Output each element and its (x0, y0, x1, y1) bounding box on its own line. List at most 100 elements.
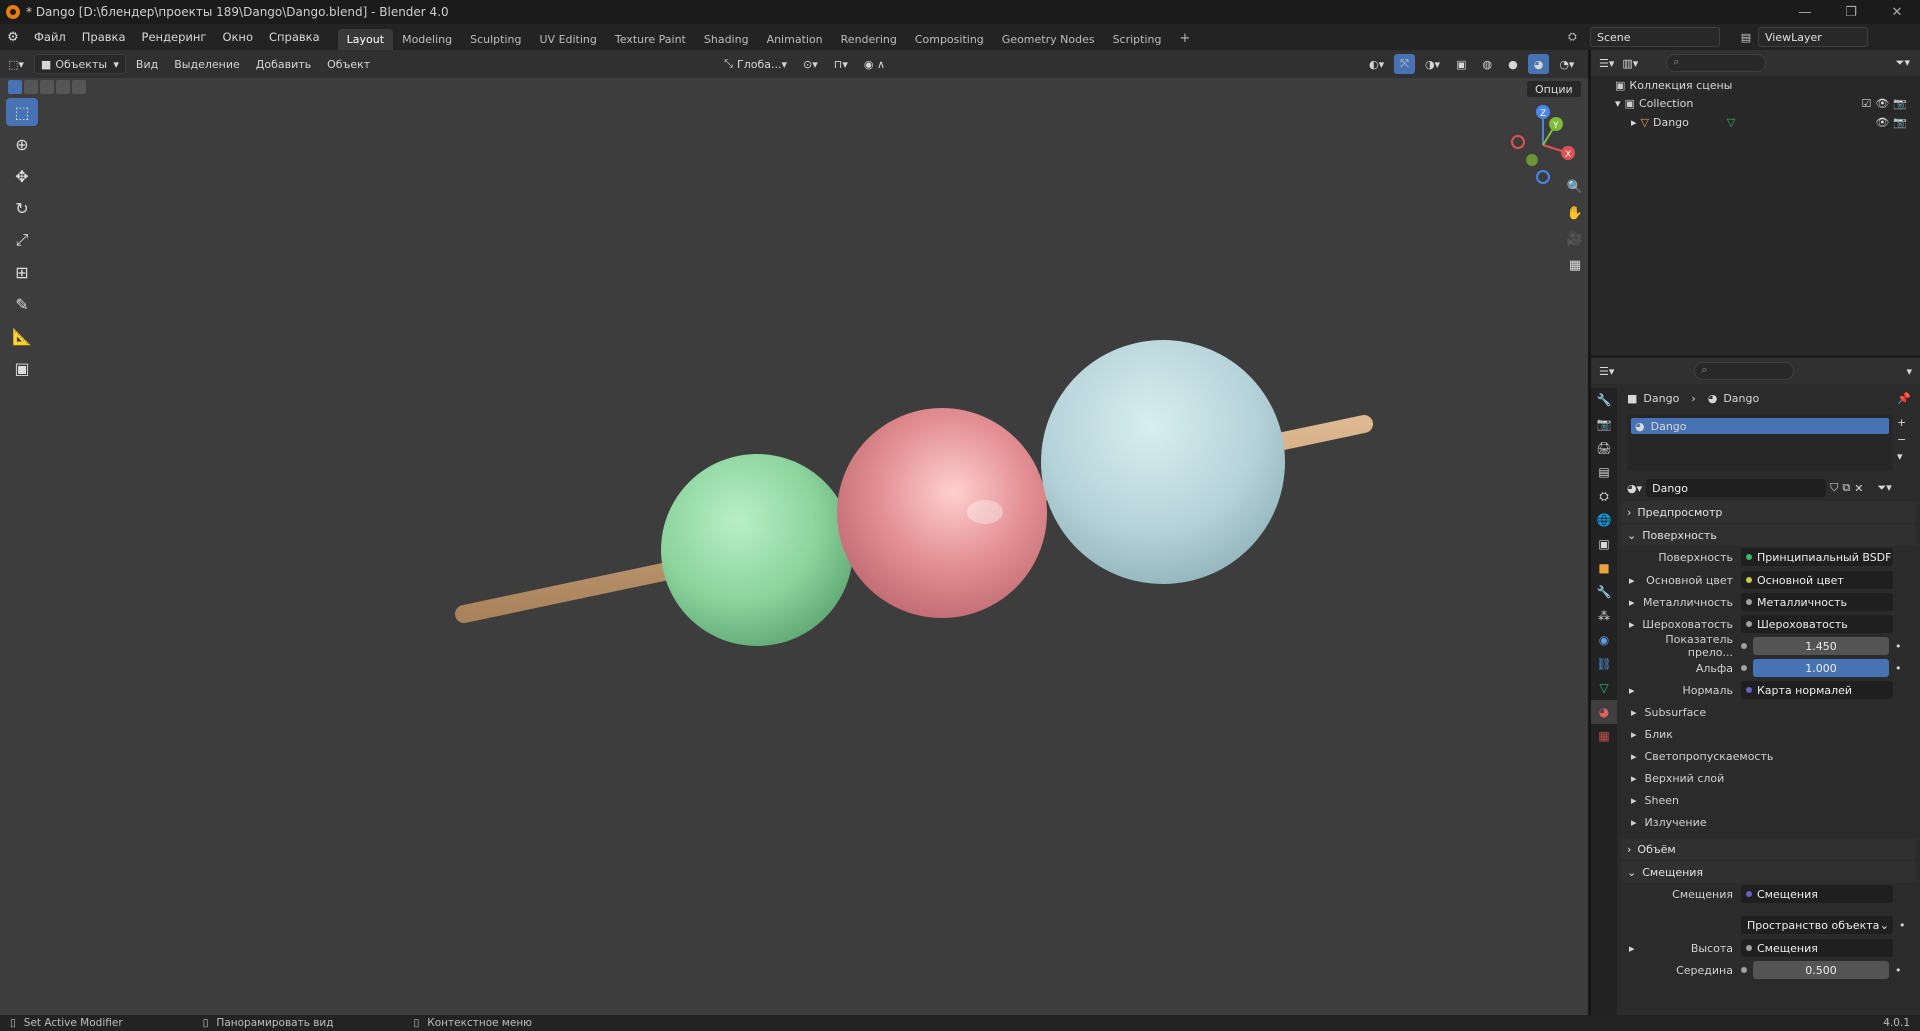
menu-edit[interactable]: Правка (74, 30, 134, 44)
output-tab-icon[interactable]: 🖨 (1591, 436, 1617, 460)
minimize-button[interactable]: — (1782, 0, 1828, 24)
browse-material-icon[interactable]: ◕▾ (1627, 482, 1642, 495)
tab-layout[interactable]: Layout (337, 29, 394, 50)
render-camera-icon[interactable]: 📷 (1893, 116, 1907, 129)
duplicate-material-icon[interactable]: ⧉ (1842, 481, 1850, 495)
filter-icon[interactable]: ⏷▾ (1896, 56, 1910, 70)
blender-menu-icon[interactable]: ⚙ (0, 30, 26, 45)
world-tab-icon[interactable]: 🌐 (1591, 508, 1617, 532)
ior-value-field[interactable]: 1.450 (1753, 637, 1889, 655)
green-dango-ball[interactable] (661, 454, 853, 646)
unlink-material-icon[interactable]: ✕ (1854, 482, 1863, 495)
outliner-collection-row[interactable]: ▾ ▣ Collection ☑ 👁 📷 (1615, 97, 1915, 110)
tab-uv-editing[interactable]: UV Editing (531, 29, 606, 50)
eye-icon[interactable]: 👁 (1875, 116, 1889, 129)
material-slot-item[interactable]: ◕ Dango (1631, 418, 1889, 434)
view-layer-tab-icon[interactable]: ▤ (1591, 460, 1617, 484)
sheen-section[interactable]: ▸ Sheen (1631, 790, 1679, 810)
keyframe-dot-icon[interactable]: • (1895, 662, 1902, 675)
maximize-button[interactable]: ❐ (1828, 0, 1874, 24)
displacement-panel-header[interactable]: ⌄ Смещения (1621, 861, 1916, 883)
constraints-tab-icon[interactable]: ⛓ (1591, 652, 1617, 676)
tool-tab-icon[interactable]: 🔧 (1591, 388, 1617, 412)
menu-render[interactable]: Рендеринг (134, 30, 215, 44)
transmission-section[interactable]: ▸ Светопропускаемость (1631, 746, 1773, 766)
add-workspace-button[interactable]: + (1171, 27, 1200, 50)
height-field[interactable]: Смещения (1741, 939, 1893, 957)
outliner-editor-icon[interactable]: ☰▾ (1599, 57, 1614, 70)
properties-search-input[interactable]: ⌕ (1694, 362, 1795, 380)
coat-section[interactable]: ▸ Верхний слой (1631, 768, 1724, 788)
surface-shader-field[interactable]: Принципиальный BSDF (1741, 548, 1893, 566)
menu-window[interactable]: Окно (214, 30, 261, 44)
texture-tab-icon[interactable]: ▦ (1591, 724, 1617, 748)
midlevel-value-field[interactable]: 0.500 (1753, 961, 1889, 979)
material-name-field[interactable]: Dango (1646, 479, 1827, 497)
tab-sculpting[interactable]: Sculpting (461, 29, 530, 50)
filter-icon[interactable]: ⏷▾ (1877, 481, 1891, 495)
collection-tab-icon[interactable]: ▣ (1591, 532, 1617, 556)
render-camera-icon[interactable]: 📷 (1893, 97, 1907, 110)
remove-slot-button[interactable]: − (1897, 433, 1906, 446)
expand-arrow-icon[interactable]: ▸ (1629, 596, 1635, 609)
fake-user-icon[interactable]: ⛉ (1830, 481, 1838, 495)
pin-icon[interactable]: 📌 (1897, 392, 1911, 405)
view-layer-field[interactable]: ViewLayer (1758, 27, 1868, 47)
render-tab-icon[interactable]: 📷 (1591, 412, 1617, 436)
blue-dango-ball[interactable] (1041, 340, 1285, 584)
space-select[interactable]: Пространство объекта ⌄ (1741, 916, 1893, 934)
tab-rendering[interactable]: Rendering (832, 29, 906, 50)
chevron-down-icon[interactable]: ▾ (1906, 365, 1912, 378)
tab-shading[interactable]: Shading (695, 29, 758, 50)
surface-panel-header[interactable]: ⌄ Поверхность (1621, 524, 1916, 546)
material-tab-icon[interactable]: ◕ (1591, 700, 1617, 724)
menu-help[interactable]: Справка (261, 30, 328, 44)
roughness-field[interactable]: Шероховатость (1741, 615, 1893, 633)
keyframe-dot-icon[interactable]: • (1899, 919, 1906, 932)
scene-icon[interactable]: ⛭ (1568, 30, 1590, 44)
outliner-search-input[interactable]: ⌕ (1666, 54, 1767, 72)
properties-editor-icon[interactable]: ☰▾ (1599, 365, 1614, 378)
normal-field[interactable]: Карта нормалей (1741, 681, 1893, 699)
expand-arrow-icon[interactable]: ▸ (1631, 116, 1637, 129)
add-slot-button[interactable]: + (1897, 416, 1906, 429)
pink-dango-ball[interactable] (837, 408, 1047, 618)
modifier-tab-icon[interactable]: 🔧 (1591, 580, 1617, 604)
tab-modeling[interactable]: Modeling (393, 29, 461, 50)
slot-menu-icon[interactable]: ▾ (1897, 450, 1906, 463)
base-color-field[interactable]: Основной цвет (1741, 571, 1893, 589)
tab-texture-paint[interactable]: Texture Paint (606, 29, 695, 50)
object-tab-icon[interactable]: ■ (1591, 556, 1617, 580)
scene-tab-icon[interactable]: ⛭ (1591, 484, 1617, 508)
keyframe-dot-icon[interactable]: • (1895, 640, 1902, 653)
tab-geometry-nodes[interactable]: Geometry Nodes (993, 29, 1104, 50)
metallic-field[interactable]: Металличность (1741, 593, 1893, 611)
expand-arrow-icon[interactable]: ▾ (1615, 97, 1621, 110)
alpha-value-field[interactable]: 1.000 (1753, 659, 1889, 677)
checkbox-icon[interactable]: ☑ (1861, 97, 1871, 110)
view-layer-icon[interactable]: ▤ (1734, 31, 1758, 44)
3d-viewport[interactable]: ⬚▾ ■ Объекты ▾ Вид Выделение Добавить Об… (0, 50, 1588, 1015)
tab-animation[interactable]: Animation (758, 29, 832, 50)
scene-field[interactable]: Scene (1590, 27, 1720, 47)
subsurface-section[interactable]: ▸ Subsurface (1631, 702, 1706, 722)
keyframe-dot-icon[interactable]: • (1895, 964, 1902, 977)
physics-tab-icon[interactable]: ◉ (1591, 628, 1617, 652)
data-tab-icon[interactable]: ▽ (1591, 676, 1617, 700)
expand-arrow-icon[interactable]: ▸ (1629, 618, 1635, 631)
tab-compositing[interactable]: Compositing (906, 29, 993, 50)
expand-arrow-icon[interactable]: ▸ (1629, 574, 1635, 587)
eye-icon[interactable]: 👁 (1875, 97, 1889, 110)
close-button[interactable]: ✕ (1874, 0, 1920, 24)
expand-arrow-icon[interactable]: ▸ (1629, 942, 1635, 955)
preview-panel-header[interactable]: › Предпросмотр (1621, 501, 1916, 523)
emission-section[interactable]: ▸ Излучение (1631, 812, 1707, 832)
menu-file[interactable]: Файл (26, 30, 74, 44)
displacement-field[interactable]: Смещения (1741, 885, 1893, 903)
particles-tab-icon[interactable]: ⁂ (1591, 604, 1617, 628)
volume-panel-header[interactable]: › Объём (1621, 838, 1916, 860)
outliner-scene-collection[interactable]: ▣ Коллекция сцены (1615, 79, 1732, 92)
specular-section[interactable]: ▸ Блик (1631, 724, 1673, 744)
outliner-object-row[interactable]: ▸ ▽ Dango ▽ 👁 📷 (1631, 116, 1915, 129)
display-mode-icon[interactable]: ▥▾ (1622, 57, 1638, 70)
